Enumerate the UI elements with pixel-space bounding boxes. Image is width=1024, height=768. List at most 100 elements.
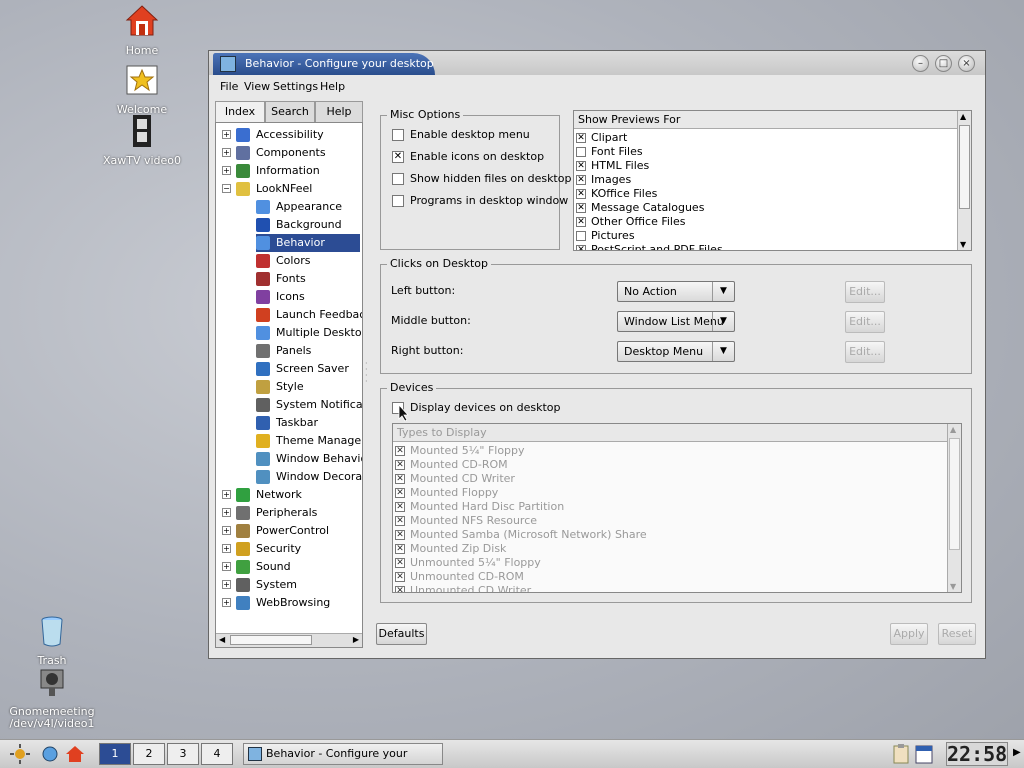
tree-item[interactable]: Appearance: [256, 198, 345, 216]
home-launcher-icon[interactable]: [65, 744, 85, 764]
tree-expander-icon[interactable]: +: [222, 598, 231, 607]
misc-option-checkbox[interactable]: ✕ Enable icons on desktop: [392, 150, 544, 164]
splitter-handle[interactable]: · · · ·: [365, 360, 371, 391]
tree-item[interactable]: + Security: [222, 540, 304, 558]
minimize-button[interactable]: –: [912, 55, 929, 72]
device-type-item[interactable]: ✕ Mounted NFS Resource: [395, 514, 537, 528]
checkbox-box[interactable]: ✕: [576, 133, 586, 143]
desktop-2-button[interactable]: 2: [133, 743, 165, 765]
misc-option-checkbox[interactable]: Show hidden files on desktop: [392, 172, 571, 186]
checkbox-box[interactable]: ✕: [395, 586, 405, 592]
preview-item[interactable]: ✕ Message Catalogues: [576, 201, 704, 215]
tree-item[interactable]: + WebBrowsing: [222, 594, 333, 612]
checkbox-box[interactable]: ✕: [392, 151, 404, 163]
misc-option-checkbox[interactable]: Programs in desktop window: [392, 194, 568, 208]
click-action-select[interactable]: No Action ▼: [617, 281, 735, 302]
preview-item[interactable]: ✕ Other Office Files: [576, 215, 685, 229]
menu-help[interactable]: Help: [320, 80, 345, 93]
tree-item[interactable]: System Notificatio: [256, 396, 362, 414]
checkbox-box[interactable]: [392, 129, 404, 141]
checkbox-box[interactable]: ✕: [576, 245, 586, 250]
checkbox-box[interactable]: ✕: [395, 530, 405, 540]
tree-item[interactable]: Window Decoratic: [256, 468, 362, 486]
menu-settings[interactable]: Settings: [273, 80, 318, 93]
tree-item[interactable]: + Network: [222, 486, 305, 504]
checkbox-box[interactable]: ✕: [395, 446, 405, 456]
checkbox-box[interactable]: ✕: [395, 488, 405, 498]
tree-expander-icon[interactable]: −: [222, 184, 231, 193]
defaults-button[interactable]: Defaults: [376, 623, 427, 645]
tree-item[interactable]: + Peripherals: [222, 504, 320, 522]
device-type-item[interactable]: ✕ Mounted 5¼" Floppy: [395, 444, 525, 458]
click-action-select[interactable]: Window List Menu ▼: [617, 311, 735, 332]
menu-file[interactable]: File: [220, 80, 238, 93]
tree-expander-icon[interactable]: +: [222, 508, 231, 517]
click-edit-button[interactable]: Edit...: [845, 311, 885, 333]
desktop-1-button[interactable]: 1: [99, 743, 131, 765]
checkbox-box[interactable]: ✕: [395, 572, 405, 582]
checkbox-box[interactable]: ✕: [576, 175, 586, 185]
previews-list[interactable]: Show Previews For ✕ Clipart Font Files ✕ HTM…: [573, 110, 972, 251]
checkbox-box[interactable]: ✕: [395, 516, 405, 526]
tree-item[interactable]: + System: [222, 576, 300, 594]
browser-launcher-icon[interactable]: [40, 744, 60, 764]
tree-item[interactable]: Launch Feedback: [256, 306, 362, 324]
device-type-item[interactable]: ✕ Unmounted 5¼" Floppy: [395, 556, 541, 570]
tree-expander-icon[interactable]: +: [222, 166, 231, 175]
tree-item[interactable]: Taskbar: [256, 414, 321, 432]
tree-item[interactable]: Style: [256, 378, 307, 396]
click-action-select[interactable]: Desktop Menu ▼: [617, 341, 735, 362]
tree-item[interactable]: + Information: [222, 162, 323, 180]
desktop-3-button[interactable]: 3: [167, 743, 199, 765]
desktop-icon-xawtv[interactable]: XawTV video0: [87, 114, 197, 167]
device-type-item[interactable]: ✕ Mounted CD-ROM: [395, 458, 508, 472]
checkbox-box[interactable]: ✕: [395, 558, 405, 568]
previews-scrollbar[interactable]: ▲ ▼: [957, 111, 971, 250]
device-type-item[interactable]: ✕ Mounted CD Writer: [395, 472, 515, 486]
tab-help[interactable]: Help: [315, 101, 363, 122]
device-type-item[interactable]: ✕ Mounted Floppy: [395, 486, 498, 500]
k-menu-icon[interactable]: [9, 743, 31, 765]
tree-item[interactable]: Behavior: [256, 234, 360, 252]
tree-expander-icon[interactable]: +: [222, 526, 231, 535]
module-tree[interactable]: + Accessibility + Components + Information − Lo…: [215, 122, 363, 648]
checkbox-box[interactable]: ✕: [576, 161, 586, 171]
checkbox-box[interactable]: ✕: [576, 189, 586, 199]
device-types-list[interactable]: Types to Display ✕ Mounted 5¼" Floppy ✕ Mou…: [392, 423, 962, 593]
tree-item[interactable]: Window Behavior: [256, 450, 362, 468]
tree-horizontal-scrollbar[interactable]: ◀ ▶: [216, 633, 362, 647]
devices-scrollbar[interactable]: ▲ ▼: [947, 424, 961, 592]
apply-button[interactable]: Apply: [890, 623, 928, 645]
device-type-item[interactable]: ✕ Unmounted CD Writer: [395, 584, 531, 592]
checkbox-box[interactable]: ✕: [395, 474, 405, 484]
desktop-icon-trash[interactable]: Trash: [0, 614, 107, 667]
tree-item[interactable]: Screen Saver: [256, 360, 352, 378]
tab-index[interactable]: Index: [215, 101, 265, 123]
preview-item[interactable]: Pictures: [576, 229, 635, 243]
tree-expander-icon[interactable]: +: [222, 148, 231, 157]
calendar-icon[interactable]: [915, 744, 933, 764]
desktop-4-button[interactable]: 4: [201, 743, 233, 765]
device-type-item[interactable]: ✕ Mounted Samba (Microsoft Network) Share: [395, 528, 647, 542]
preview-item[interactable]: ✕ PostScript and PDF Files: [576, 243, 723, 250]
klipper-icon[interactable]: [893, 744, 909, 764]
tree-item[interactable]: + Components: [222, 144, 329, 162]
tree-expander-icon[interactable]: +: [222, 562, 231, 571]
reset-button[interactable]: Reset: [938, 623, 976, 645]
checkbox-box[interactable]: ✕: [395, 460, 405, 470]
desktop-icon-welcome[interactable]: Welcome: [87, 63, 197, 116]
checkbox-box[interactable]: [576, 147, 586, 157]
taskbar-task-behavior[interactable]: Behavior - Configure your desktop: [243, 743, 443, 768]
device-type-item[interactable]: ✕ Mounted Hard Disc Partition: [395, 500, 564, 514]
menu-view[interactable]: View: [244, 80, 270, 93]
tree-item[interactable]: Fonts: [256, 270, 309, 288]
title-bar[interactable]: Behavior - Configure your desktop – □ ×: [209, 51, 985, 75]
click-edit-button[interactable]: Edit...: [845, 281, 885, 303]
tree-item[interactable]: Background: [256, 216, 345, 234]
preview-item[interactable]: Font Files: [576, 145, 643, 159]
preview-item[interactable]: ✕ HTML Files: [576, 159, 649, 173]
tree-item[interactable]: + Accessibility: [222, 126, 327, 144]
checkbox-box[interactable]: [392, 173, 404, 185]
close-button[interactable]: ×: [958, 55, 975, 72]
checkbox-box[interactable]: ✕: [395, 544, 405, 554]
